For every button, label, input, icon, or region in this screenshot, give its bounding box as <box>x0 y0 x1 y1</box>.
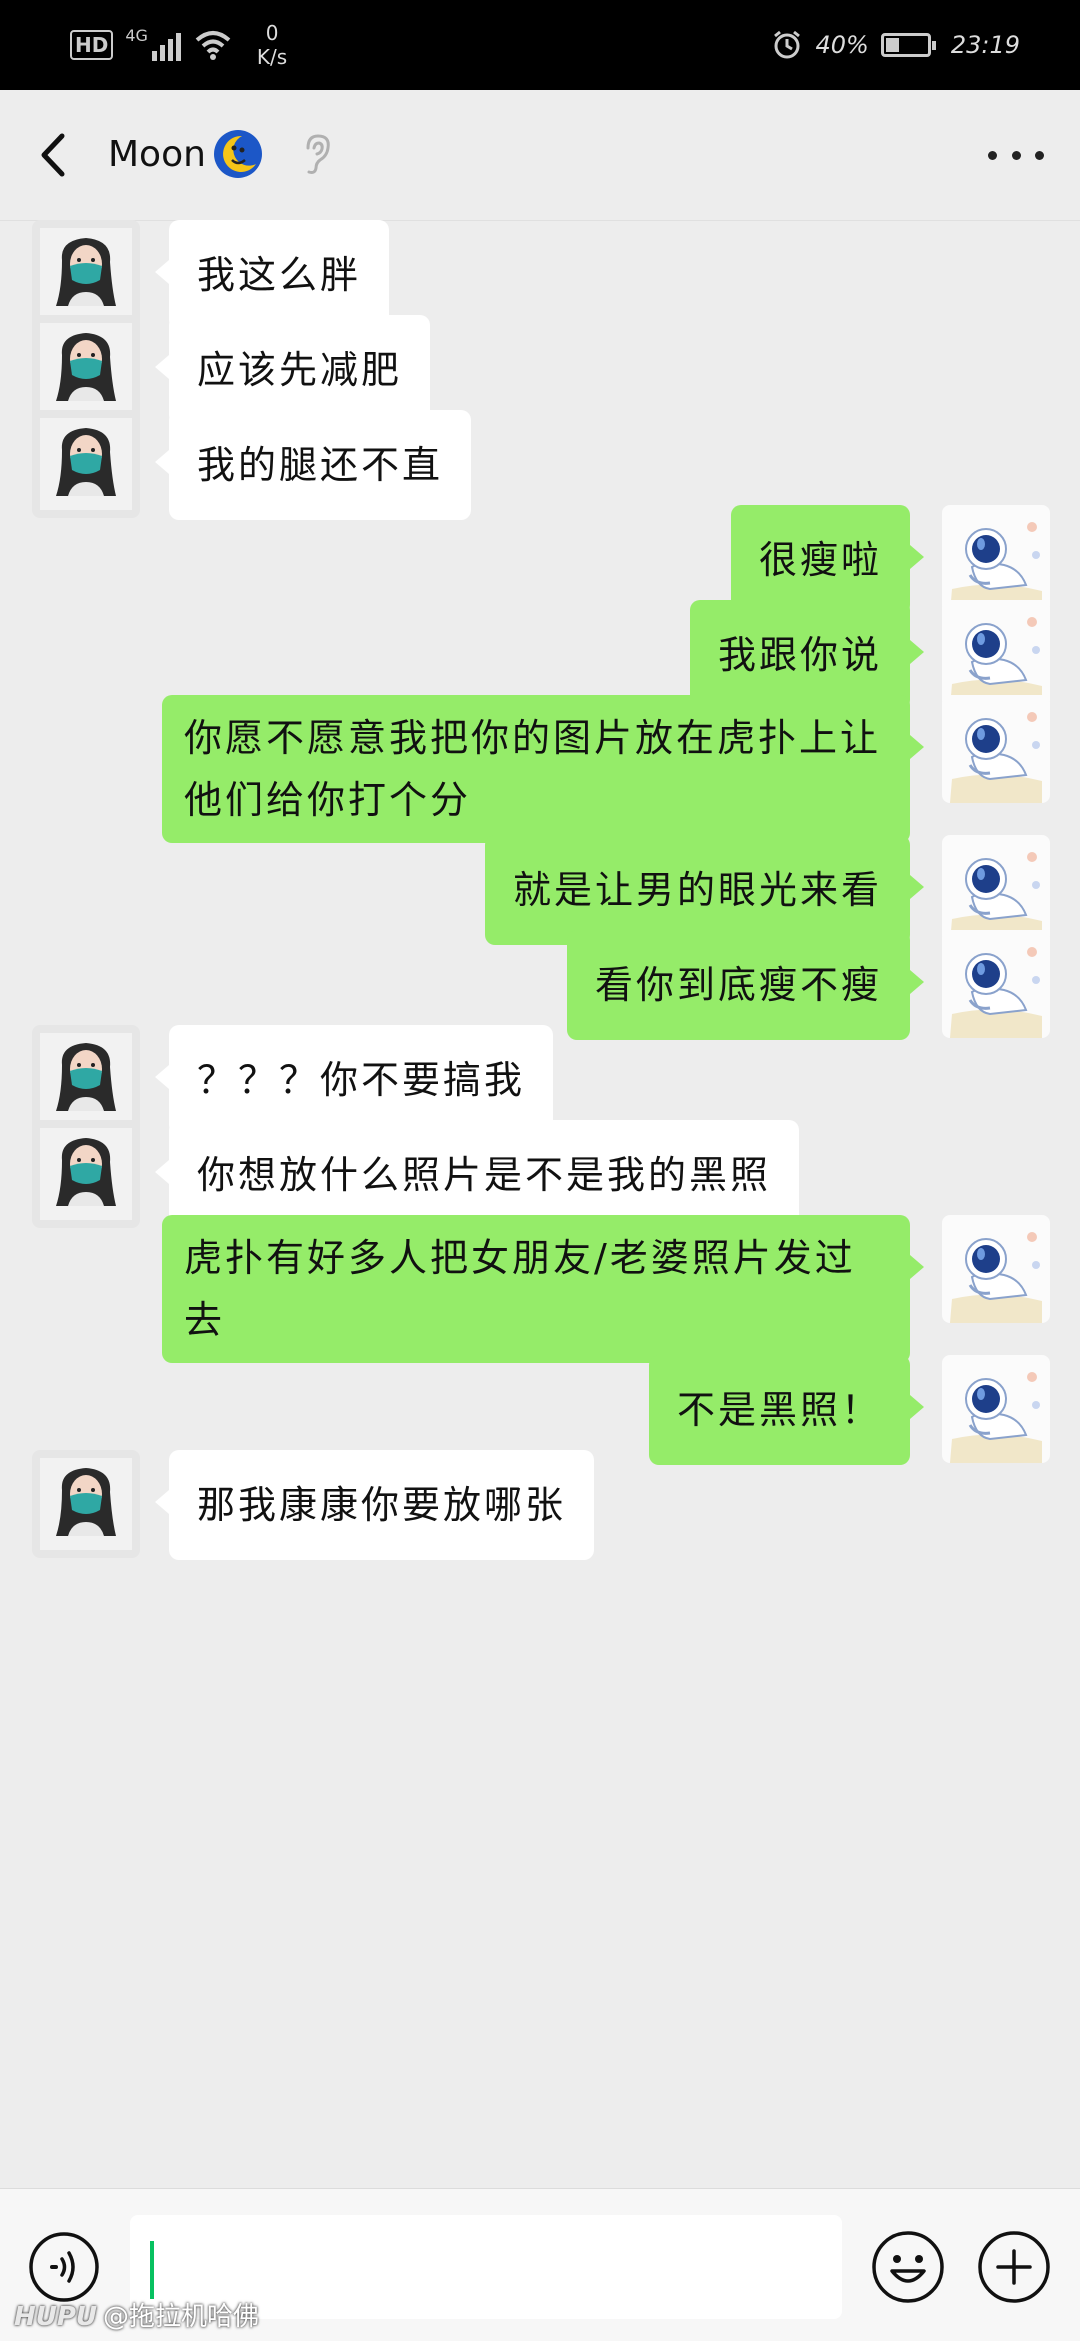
received-message-bubble[interactable]: 我这么胖 <box>154 220 390 330</box>
ear-icon <box>306 134 330 174</box>
sent-message-bubble[interactable]: 不是黑照！ <box>648 1355 925 1465</box>
network-type: 4G <box>125 26 148 45</box>
message-row: 看你到底瘦不瘦 <box>0 930 1080 1040</box>
sent-message-bubble[interactable]: 虎扑有好多人把女朋友/老婆照片发过去 <box>162 1215 924 1363</box>
received-message-bubble[interactable]: 你想放什么照片是不是我的黑照 <box>154 1120 800 1230</box>
battery-percent: 40% <box>815 31 869 59</box>
contact-avatar[interactable] <box>32 220 140 328</box>
sent-message-bubble[interactable]: 看你到底瘦不瘦 <box>566 930 925 1040</box>
moon-emoji-icon <box>213 130 262 178</box>
battery-icon <box>880 33 936 57</box>
back-arrow-icon[interactable] <box>34 128 74 182</box>
chat-title: Moon <box>108 133 206 175</box>
speed-unit: K/s <box>256 45 288 69</box>
my-avatar[interactable] <box>942 930 1050 1038</box>
received-message-bubble[interactable]: 应该先减肥 <box>154 315 431 425</box>
message-row: 你想放什么照片是不是我的黑照 <box>0 1120 1080 1230</box>
message-row: 我这么胖 <box>0 220 1080 330</box>
message-row: 很瘦啦 <box>0 505 1080 615</box>
clock: 23:19 <box>950 31 1020 59</box>
alarm-icon <box>774 30 801 59</box>
signal-icon <box>151 29 181 61</box>
contact-avatar[interactable] <box>32 315 140 423</box>
received-message-bubble[interactable]: 我的腿还不直 <box>154 410 472 520</box>
my-avatar[interactable] <box>942 505 1050 613</box>
contact-avatar[interactable] <box>32 1025 140 1133</box>
my-avatar[interactable] <box>942 1355 1050 1463</box>
chat-header: Moon <box>0 90 1080 221</box>
hd-indicator: HD <box>70 30 114 60</box>
plus-icon[interactable] <box>976 2229 1052 2305</box>
sent-message-bubble[interactable]: 我跟你说 <box>689 600 925 710</box>
sent-message-bubble[interactable]: 很瘦啦 <box>730 505 925 615</box>
text-cursor <box>150 2241 154 2299</box>
my-avatar[interactable] <box>942 600 1050 708</box>
sent-message-bubble[interactable]: 你愿不愿意我把你的图片放在虎扑上让他们给你打个分 <box>162 695 924 843</box>
emoji-icon[interactable] <box>870 2229 946 2305</box>
watermark: HUPU @拖拉机哈佛 <box>14 2296 259 2333</box>
message-row: 应该先减肥 <box>0 315 1080 425</box>
message-row: ？？？你不要搞我 <box>0 1025 1080 1135</box>
network-speed: 0 K/s <box>257 21 287 69</box>
speed-value: 0 <box>265 21 279 45</box>
message-row: 那我康康你要放哪张 <box>0 1450 1080 1560</box>
my-avatar[interactable] <box>942 695 1050 803</box>
message-row: 就是让男的眼光来看 <box>0 835 1080 945</box>
my-avatar[interactable] <box>942 1215 1050 1323</box>
status-bar: HD 4G 0 K/s 40% 23:19 <box>0 0 1080 90</box>
message-row: 不是黑照！ <box>0 1355 1080 1465</box>
contact-avatar[interactable] <box>32 1120 140 1228</box>
received-message-bubble[interactable]: ？？？你不要搞我 <box>154 1025 554 1135</box>
message-row: 我的腿还不直 <box>0 410 1080 520</box>
chat-title-wrap: Moon <box>108 126 334 182</box>
more-options-icon[interactable] <box>988 146 1044 164</box>
watermark-handle: @拖拉机哈佛 <box>103 2302 260 2332</box>
message-list: 我这么胖 应该先减肥 我的腿还不直 很瘦啦 我跟你说 你愿不愿意我把你的图片放在… <box>0 220 1080 2188</box>
watermark-brand: HUPU <box>14 2302 98 2332</box>
received-message-bubble[interactable]: 那我康康你要放哪张 <box>154 1450 595 1560</box>
sent-message-bubble[interactable]: 就是让男的眼光来看 <box>484 835 925 945</box>
contact-avatar[interactable] <box>32 1450 140 1558</box>
message-row: 我跟你说 <box>0 600 1080 710</box>
my-avatar[interactable] <box>942 835 1050 943</box>
contact-avatar[interactable] <box>32 410 140 518</box>
voice-input-icon[interactable] <box>28 2231 100 2303</box>
wifi-icon <box>195 31 231 60</box>
